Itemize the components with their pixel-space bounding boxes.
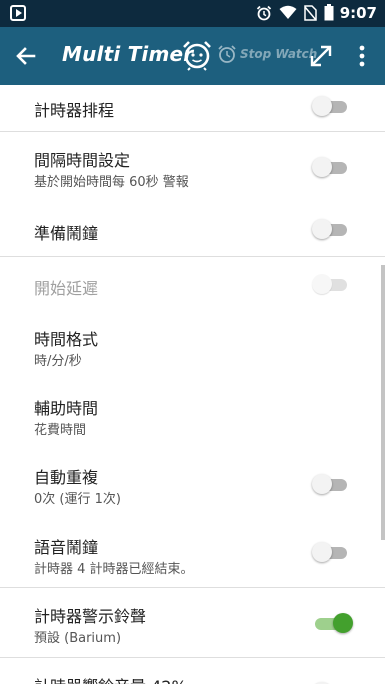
timer-schedule-toggle[interactable] [312,95,348,117]
alarm-clock-icon [256,5,272,20]
setting-aux-time[interactable]: 輔助時間 花費時間 [0,382,385,452]
setting-auto-repeat[interactable]: 自動重複 0次 (運行 1次) [0,452,385,522]
setting-title: 計時器響鈴音量 42% [34,673,187,684]
stopwatch-tab[interactable]: Stop Watch [240,47,317,61]
setting-subtitle: 基於開始時間每 60秒 警報 [34,175,189,190]
setting-title: 語音鬧鐘 [34,538,99,557]
setting-title: 計時器排程 [34,101,115,120]
setting-subtitle: 計時器 4 計時器已經結束。 [34,562,194,577]
wifi-icon [279,5,297,19]
setting-timer-schedule[interactable]: 計時器排程 [0,85,385,132]
expand-icon[interactable] [308,43,334,69]
setting-subtitle: 0次 (運行 1次) [34,492,121,507]
app-notification-icon [10,5,26,21]
app-title: Multi Timer [62,42,194,66]
setting-subtitle: 預設 (Barium) [34,631,122,646]
battery-icon [324,4,334,21]
alarm-ringtone-toggle[interactable] [312,612,353,634]
auto-repeat-toggle[interactable] [312,473,348,495]
timer-clock-icon[interactable] [181,39,213,71]
status-time: 9:07 [339,4,377,22]
back-arrow-icon[interactable] [12,42,40,70]
setting-ring-volume[interactable]: 計時器響鈴音量 42% [0,658,385,684]
no-sim-icon [304,4,317,21]
scrollbar[interactable] [381,265,385,540]
setting-title: 間隔時間設定 [34,151,131,170]
app-toolbar: Multi Timer Stop Watch [0,27,385,85]
setting-voice-alarm[interactable]: 語音鬧鐘 計時器 4 計時器已經結束。 [0,522,385,588]
settings-list: 計時器排程 間隔時間設定 基於開始時間每 60秒 警報 準備鬧鐘 開始延遲 時間… [0,85,385,684]
setting-prepare-alarm[interactable]: 準備鬧鐘 [0,202,385,257]
setting-time-format[interactable]: 時間格式 時/分/秒 [0,312,385,382]
setting-title: 自動重複 [34,468,99,487]
more-options-icon[interactable] [352,42,372,70]
voice-alarm-toggle[interactable] [312,541,348,563]
setting-subtitle: 時/分/秒 [34,354,82,369]
setting-subtitle: 花費時間 [34,423,87,438]
setting-start-delay: 開始延遲 [0,257,385,312]
setting-alarm-ringtone[interactable]: 計時器警示鈴聲 預設 (Barium) [0,588,385,658]
setting-title: 計時器警示鈴聲 [34,607,147,626]
setting-title: 時間格式 [34,330,99,349]
setting-title: 輔助時間 [34,399,99,418]
stopwatch-icon[interactable] [217,44,237,64]
setting-title: 準備鬧鐘 [34,224,99,243]
prepare-alarm-toggle[interactable] [312,218,348,240]
status-bar: 9:07 [0,0,385,27]
setting-title: 開始延遲 [34,279,99,298]
start-delay-toggle [312,273,348,295]
setting-interval[interactable]: 間隔時間設定 基於開始時間每 60秒 警報 [0,132,385,202]
interval-toggle[interactable] [312,156,348,178]
divider [0,657,385,658]
